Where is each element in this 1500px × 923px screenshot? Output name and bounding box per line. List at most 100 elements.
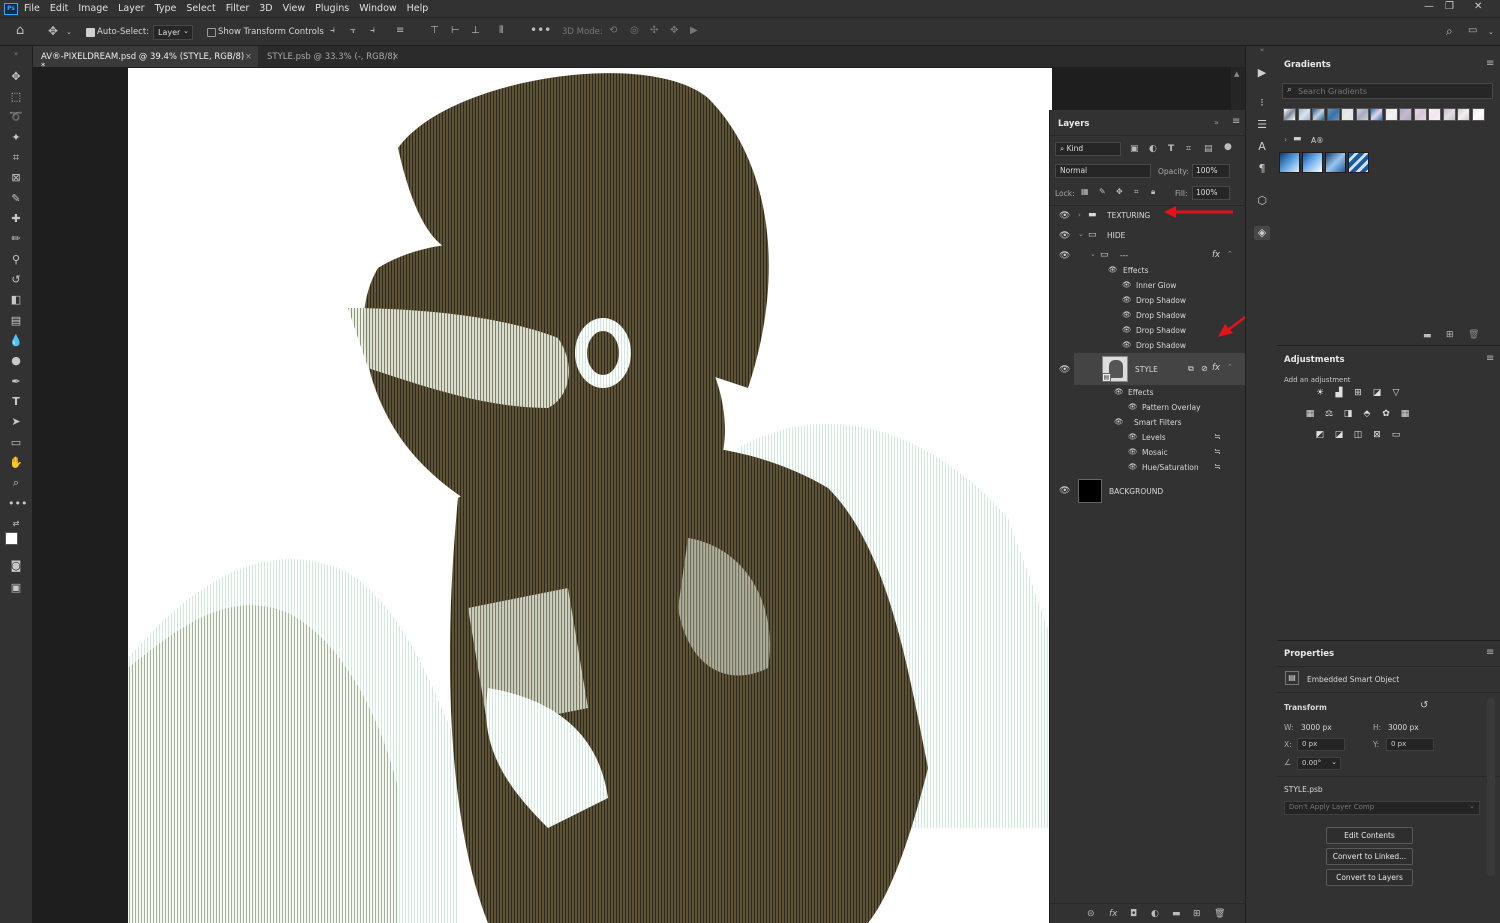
close-tab-icon[interactable]: × — [245, 52, 252, 62]
filter-toggle-icon[interactable]: ● — [1224, 142, 1232, 152]
opacity-field[interactable]: 100% — [1192, 164, 1230, 178]
link-icon[interactable]: ⊘ — [1201, 364, 1208, 373]
visibility-eye-icon[interactable]: 👁︎ — [1059, 231, 1070, 241]
effects-row[interactable]: 👁︎ Effects — [1050, 263, 1246, 278]
pen-tool-icon[interactable]: ✒ — [8, 375, 24, 389]
menu-view[interactable]: View — [283, 3, 306, 14]
menu-select[interactable]: Select — [186, 3, 215, 14]
document-canvas[interactable] — [128, 68, 1052, 923]
gradient-swatch[interactable] — [1279, 152, 1300, 173]
eyedropper-icon[interactable]: ✎ — [8, 192, 24, 206]
levels-icon[interactable]: ▟ — [1333, 388, 1345, 399]
effect-eye-icon[interactable]: 👁︎ — [1122, 295, 1132, 304]
paragraph-icon[interactable]: ¶ — [1254, 162, 1270, 176]
fx-icon[interactable]: fx — [1212, 250, 1220, 260]
menu-layer[interactable]: Layer — [118, 3, 145, 14]
align-right-icon[interactable]: ⫞ — [370, 26, 375, 36]
menu-help[interactable]: Help — [407, 3, 429, 14]
collapse-panel-icon[interactable]: » — [1214, 118, 1219, 127]
filter-row-levels[interactable]: 👁︎ Levels ≒ — [1050, 430, 1246, 445]
effect-eye-icon[interactable]: 👁︎ — [1122, 340, 1132, 349]
selective-color-icon[interactable]: ⊠ — [1371, 430, 1383, 441]
search-icon[interactable]: ⌕ — [1446, 25, 1453, 37]
eraser-tool-icon[interactable]: ◧ — [8, 293, 24, 307]
collapse-toolbar-icon[interactable]: » — [8, 47, 24, 61]
chevron-down-icon[interactable]: ⌄ — [66, 27, 72, 37]
visibility-eye-icon[interactable]: 👁︎ — [1059, 365, 1070, 375]
gradient-swatch[interactable] — [1457, 108, 1470, 121]
effect-eye-icon[interactable]: 👁︎ — [1122, 325, 1132, 334]
gradient-swatch[interactable] — [1341, 108, 1354, 121]
close-tab-icon[interactable]: × — [392, 52, 399, 62]
gradient-swatch[interactable] — [1399, 108, 1412, 121]
blend-mode-dropdown[interactable]: Normal — [1055, 164, 1151, 178]
auto-select-checkbox[interactable] — [86, 28, 95, 37]
visibility-eye-icon[interactable]: 👁︎ — [1059, 486, 1070, 496]
gradient-swatch[interactable] — [1384, 108, 1398, 121]
clone-stamp-icon[interactable]: ⚲ — [8, 253, 24, 267]
smartobject-filter-icon[interactable]: ▤ — [1204, 144, 1213, 154]
minimize-icon[interactable]: — — [1424, 1, 1434, 12]
properties-scrollbar[interactable] — [1487, 698, 1495, 876]
new-layer-icon[interactable]: ⊞ — [1193, 909, 1201, 919]
gradient-swatch[interactable] — [1370, 108, 1383, 121]
menu-image[interactable]: Image — [78, 3, 108, 14]
channel-mixer-icon[interactable]: ✿ — [1380, 409, 1392, 420]
effect-row-pattern-overlay[interactable]: 👁︎ Pattern Overlay — [1050, 400, 1246, 415]
gradient-swatch[interactable] — [1302, 152, 1323, 173]
effect-eye-icon[interactable]: 👁︎ — [1128, 462, 1138, 471]
collapse-dock-icon[interactable]: « — [1254, 46, 1270, 60]
history-brush-icon[interactable]: ↺ — [8, 273, 24, 287]
exposure-icon[interactable]: ◪ — [1371, 388, 1383, 399]
gradient-swatch[interactable] — [1413, 108, 1427, 121]
auto-select-dropdown[interactable]: Layer ⌄ — [153, 25, 193, 40]
lock-position-icon[interactable]: ✥ — [1116, 187, 1123, 197]
show-transform-checkbox[interactable] — [207, 28, 216, 37]
delete-gradient-icon[interactable]: 🗑︎ — [1468, 330, 1479, 340]
invert-icon[interactable]: ◩ — [1314, 430, 1326, 441]
menu-window[interactable]: Window — [359, 3, 396, 14]
threshold-icon[interactable]: ◫ — [1352, 430, 1364, 441]
delete-layer-icon[interactable]: 🗑︎ — [1214, 909, 1225, 919]
reset-transform-icon[interactable]: ↺ — [1420, 700, 1428, 711]
gradient-search-field[interactable]: ⌕ — [1282, 83, 1493, 99]
distribute-icon[interactable]: ≡ — [396, 26, 404, 36]
path-selection-icon[interactable]: ➤ — [8, 415, 24, 429]
new-group-icon[interactable]: ▬ — [1172, 909, 1181, 919]
gradient-swatch[interactable] — [1297, 108, 1311, 121]
convert-to-linked-button[interactable]: Convert to Linked... — [1326, 848, 1413, 865]
close-window-icon[interactable]: ✕ — [1474, 1, 1482, 12]
menu-3d[interactable]: 3D — [259, 3, 272, 14]
panel-menu-icon[interactable]: ≡ — [1486, 353, 1494, 364]
chevron-down-icon[interactable]: ⌄ — [1078, 230, 1084, 238]
lock-pixels-icon[interactable]: ▦ — [1081, 187, 1089, 197]
gradient-swatch[interactable] — [1283, 108, 1296, 121]
brightness-icon[interactable]: ☀ — [1314, 388, 1326, 399]
x-position-field[interactable]: 0 px — [1297, 738, 1345, 751]
menu-type[interactable]: Type — [155, 3, 177, 14]
y-position-field[interactable]: 0 px — [1386, 738, 1434, 751]
align-top-icon[interactable]: ⊤ — [430, 26, 439, 36]
visibility-eye-icon[interactable]: 👁︎ — [1059, 211, 1070, 221]
gradient-map-icon[interactable]: ▭ — [1390, 430, 1402, 441]
more-options-icon[interactable]: ••• — [530, 24, 551, 36]
scroll-up-icon[interactable]: ▲ — [1234, 70, 1239, 78]
hue-saturation-icon[interactable]: ▦ — [1304, 409, 1316, 420]
effects-row[interactable]: 👁︎ Effects — [1050, 385, 1246, 400]
add-style-icon[interactable]: fx — [1109, 909, 1118, 919]
layer-row-background[interactable]: 👁︎ BACKGROUND — [1050, 476, 1246, 506]
character-icon[interactable]: A — [1254, 140, 1270, 154]
effect-eye-icon[interactable]: 👁︎ — [1128, 402, 1138, 411]
effect-eye-icon[interactable]: 👁︎ — [1108, 265, 1118, 274]
posterize-icon[interactable]: ◪ — [1333, 430, 1345, 441]
effect-eye-icon[interactable]: 👁︎ — [1122, 280, 1132, 289]
actions-play-icon[interactable]: ▶ — [1254, 66, 1270, 80]
chevron-right-icon[interactable]: › — [1078, 211, 1081, 219]
swap-colors-icon[interactable]: ⇄ — [8, 517, 24, 531]
type-tool-icon[interactable]: T — [8, 395, 24, 409]
align-bottom-icon[interactable]: ⊥ — [471, 26, 480, 36]
chevron-up-icon[interactable]: ⌃ — [1227, 250, 1233, 258]
zoom-tool-icon[interactable]: ⌕ — [8, 476, 24, 490]
chevron-up-icon[interactable]: ⌃ — [1227, 363, 1233, 371]
move-tool-icon[interactable]: ✥ — [8, 70, 24, 84]
